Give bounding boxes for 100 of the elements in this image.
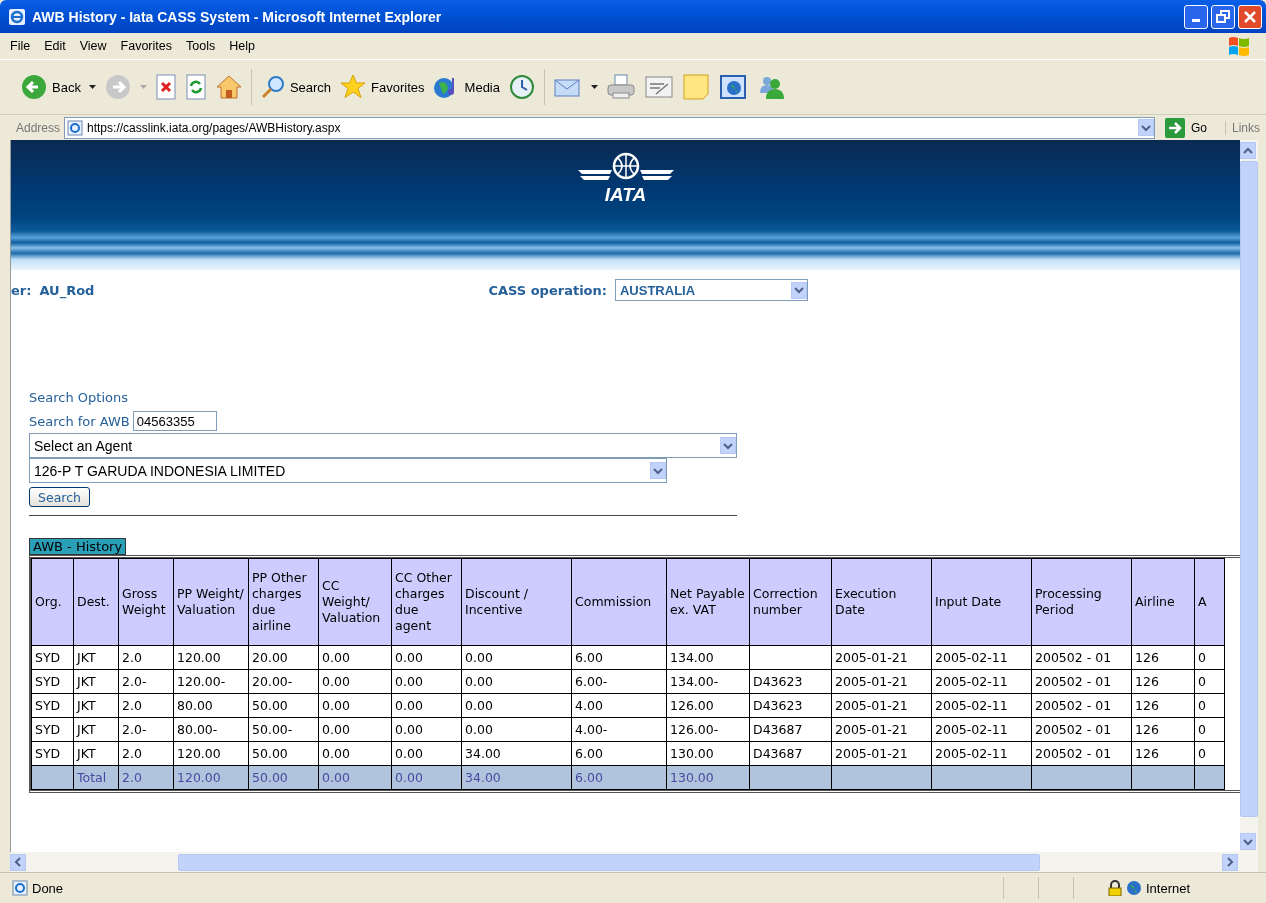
- table-cell: D43623: [749, 669, 832, 694]
- refresh-icon[interactable]: [184, 74, 207, 100]
- home-icon[interactable]: [214, 74, 243, 100]
- lock-icon: [1108, 880, 1122, 896]
- menu-item[interactable]: Favorites: [120, 39, 182, 53]
- links-button[interactable]: Links: [1225, 120, 1266, 135]
- table-cell: 0.00: [318, 717, 392, 742]
- favorites-button[interactable]: Favorites: [339, 73, 425, 101]
- table-cell: 2005-01-21: [831, 741, 932, 766]
- star-icon: [339, 73, 368, 101]
- table-cell: 2.0: [118, 645, 174, 670]
- printer-icon[interactable]: [606, 73, 636, 101]
- column-header: CC Other charges due agent: [391, 558, 462, 646]
- table-cell: 2.0-: [118, 717, 174, 742]
- search-button[interactable]: Search: [259, 74, 332, 100]
- table-cell: JKT: [73, 693, 119, 718]
- window-title: AWB History - Iata CASS System - Microsoft Internet Explorer: [32, 8, 443, 25]
- table-cell: 50.00: [248, 693, 319, 718]
- menu-item[interactable]: Help: [229, 39, 265, 53]
- table-cell: 6.00: [571, 645, 667, 670]
- search-icon: [259, 74, 286, 100]
- go-button[interactable]: Go: [1159, 116, 1221, 139]
- agent-select[interactable]: Select an Agent: [29, 433, 737, 458]
- windows-flag-icon: [1226, 34, 1252, 58]
- table-cell: 126: [1131, 741, 1195, 766]
- table-cell: 126: [1131, 645, 1195, 670]
- restore-icon: [1216, 9, 1230, 24]
- close-button[interactable]: [1238, 4, 1262, 29]
- column-header: PP Weight/ Valuation: [173, 558, 249, 646]
- table-cell: 126: [1131, 693, 1195, 718]
- back-button[interactable]: Back: [20, 73, 81, 101]
- column-header: Input Date: [931, 558, 1032, 646]
- table-cell: 2005-01-21: [831, 693, 932, 718]
- awb-input-field[interactable]: 04563355: [132, 411, 217, 431]
- address-label: Address: [16, 120, 61, 135]
- vertical-scrollbar[interactable]: [1240, 140, 1258, 852]
- caret-icon[interactable]: [88, 85, 96, 89]
- page-icon: [67, 119, 84, 136]
- table-cell: 0.00: [318, 669, 392, 694]
- media-button[interactable]: Media: [432, 74, 500, 100]
- table-cell: 6.00-: [571, 669, 667, 694]
- status-text: Done: [32, 880, 65, 896]
- minimize-button[interactable]: [1184, 4, 1208, 29]
- globe-window-icon[interactable]: [718, 73, 748, 101]
- table-cell: 0.00: [391, 693, 462, 718]
- column-header: CC Weight/ Valuation: [318, 558, 392, 646]
- table-cell: 134.00: [666, 645, 750, 670]
- table-cell: 50.00-: [248, 717, 319, 742]
- table-cell: 0: [1194, 645, 1225, 670]
- stop-icon[interactable]: [154, 74, 177, 100]
- table-cell: JKT: [73, 645, 119, 670]
- table-cell: 6.00: [571, 741, 667, 766]
- scroll-down-icon[interactable]: [1240, 833, 1256, 850]
- table-cell: 0.00: [461, 693, 572, 718]
- menu-item[interactable]: Edit: [44, 39, 76, 53]
- airline-select[interactable]: 126-P T GARUDA INDONESIA LIMITED: [29, 458, 667, 483]
- table-cell: 0: [1194, 717, 1225, 742]
- table-cell: 134.00-: [666, 669, 750, 694]
- table-cell: 50.00: [248, 741, 319, 766]
- edit-icon[interactable]: [644, 74, 674, 100]
- address-field[interactable]: https://casslink.iata.org/pages/AWBHistory.aspx: [64, 116, 1155, 139]
- table-cell: 2005-01-21: [831, 669, 932, 694]
- scroll-left-icon[interactable]: [10, 853, 26, 871]
- search-button[interactable]: Search: [29, 487, 90, 507]
- table-cell: 126.00: [666, 693, 750, 718]
- table-cell: 0.00: [461, 717, 572, 742]
- column-header: A: [1194, 558, 1225, 646]
- table-cell: 0.00: [391, 669, 462, 694]
- scroll-right-icon[interactable]: [1222, 853, 1238, 871]
- scroll-up-icon[interactable]: [1240, 142, 1256, 159]
- column-header: Execution Date: [831, 558, 932, 646]
- user-label: er:: [11, 282, 32, 298]
- restore-button[interactable]: [1211, 4, 1235, 29]
- menu-item[interactable]: View: [79, 39, 117, 53]
- iata-logo: IATA: [575, 150, 676, 210]
- zone-text: Internet: [1146, 880, 1192, 896]
- table-cell: 2.0: [118, 741, 174, 766]
- table-cell: D43687: [749, 717, 832, 742]
- table-cell: 2.0-: [118, 669, 174, 694]
- caret-icon[interactable]: [591, 85, 598, 89]
- total-cell: 34.00: [461, 765, 572, 790]
- table-cell: 80.00-: [173, 717, 249, 742]
- menu-item[interactable]: File: [10, 39, 41, 53]
- menu-item[interactable]: Tools: [186, 39, 226, 53]
- table-cell: 2005-02-11: [931, 669, 1032, 694]
- horizontal-scrollbar[interactable]: [10, 852, 1258, 872]
- table-cell: 0.00: [391, 741, 462, 766]
- column-header: Net Payable ex. VAT: [666, 558, 750, 646]
- table-cell: 4.00: [571, 693, 667, 718]
- minimize-icon: [1192, 19, 1200, 22]
- column-header: Gross Weight: [118, 558, 174, 646]
- table-cell: 126: [1131, 717, 1195, 742]
- history-icon[interactable]: [508, 73, 536, 101]
- table-cell: 34.00: [461, 741, 572, 766]
- table-cell: 2005-01-21: [831, 645, 932, 670]
- cass-operation-select[interactable]: AUSTRALIA: [614, 279, 808, 301]
- table-cell: SYD: [31, 717, 74, 742]
- table-cell: 200502 - 01: [1031, 741, 1132, 766]
- table-cell: 0: [1194, 669, 1225, 694]
- table-cell: 120.00: [173, 741, 249, 766]
